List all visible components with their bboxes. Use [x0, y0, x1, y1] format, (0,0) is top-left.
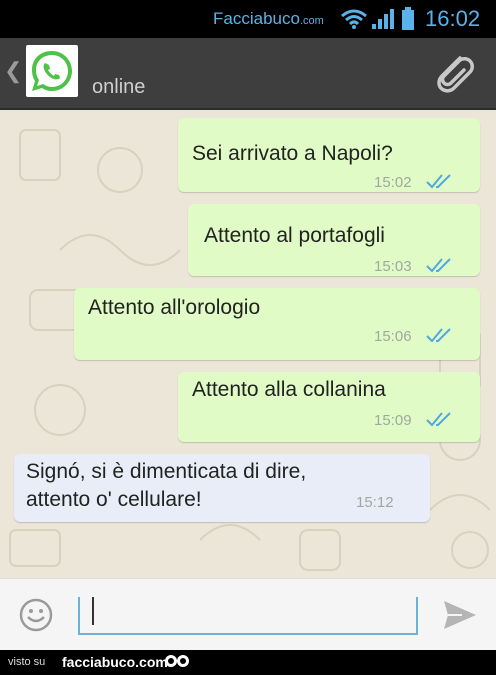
whatsapp-avatar-icon	[32, 51, 72, 91]
message-text: Signó, si è dimenticata di dire, attento…	[26, 460, 307, 511]
message-text: Attento all'orologio	[88, 296, 261, 319]
message-time: 15:12	[356, 494, 394, 511]
status-icons	[340, 6, 420, 37]
read-ticks-icon	[426, 412, 451, 427]
message-time: 15:03	[374, 258, 412, 275]
paperclip-icon[interactable]	[430, 50, 476, 101]
footer-site[interactable]: facciabuco.com	[62, 654, 168, 670]
message-bubble[interactable]: Attento all'orologio 15:06	[74, 288, 480, 360]
status-brand: Facciabuco.com	[213, 9, 324, 29]
message-time: 15:06	[374, 328, 412, 345]
battery-icon	[402, 7, 414, 30]
signal-icon	[372, 9, 394, 29]
message-text: Attento alla collanina	[192, 378, 386, 401]
brand-name: Facciabuco	[213, 9, 300, 28]
message-bubble[interactable]: Sei arrivato a Napoli? 15:02	[178, 118, 480, 192]
wifi-icon	[341, 9, 367, 29]
message-bubble[interactable]: Signó, si è dimenticata di dire, attento…	[14, 454, 430, 522]
back-chevron-icon[interactable]: ❮	[4, 58, 22, 84]
brand-domain: .com	[299, 15, 324, 27]
message-text: Sei arrivato a Napoli?	[192, 142, 393, 165]
chat-area: Sei arrivato a Napoli? 15:02 Attento al …	[0, 110, 496, 578]
input-bar	[0, 578, 496, 651]
footer: visto su facciabuco.com	[0, 650, 496, 675]
contact-status: online	[92, 76, 146, 98]
status-time: 16:02	[425, 6, 481, 31]
message-text: Attento al portafogli	[204, 224, 385, 247]
text-cursor	[92, 597, 94, 625]
message-bubble[interactable]: Attento alla collanina 15:09	[178, 372, 480, 442]
chat-header: ❮ online	[0, 38, 496, 110]
eyes-logo-icon	[165, 655, 189, 667]
message-time: 15:09	[374, 412, 412, 429]
avatar[interactable]	[26, 45, 78, 97]
emoji-icon[interactable]	[18, 597, 54, 638]
read-ticks-icon	[426, 328, 451, 343]
read-ticks-icon	[426, 258, 451, 273]
footer-visto: visto su	[8, 656, 46, 668]
status-bar: Facciabuco.com 16:02	[0, 0, 496, 38]
message-time: 15:02	[374, 174, 412, 191]
read-ticks-icon	[426, 174, 451, 189]
message-bubble[interactable]: Attento al portafogli 15:03	[188, 204, 480, 276]
message-input[interactable]	[78, 597, 418, 635]
send-icon[interactable]	[442, 599, 478, 636]
